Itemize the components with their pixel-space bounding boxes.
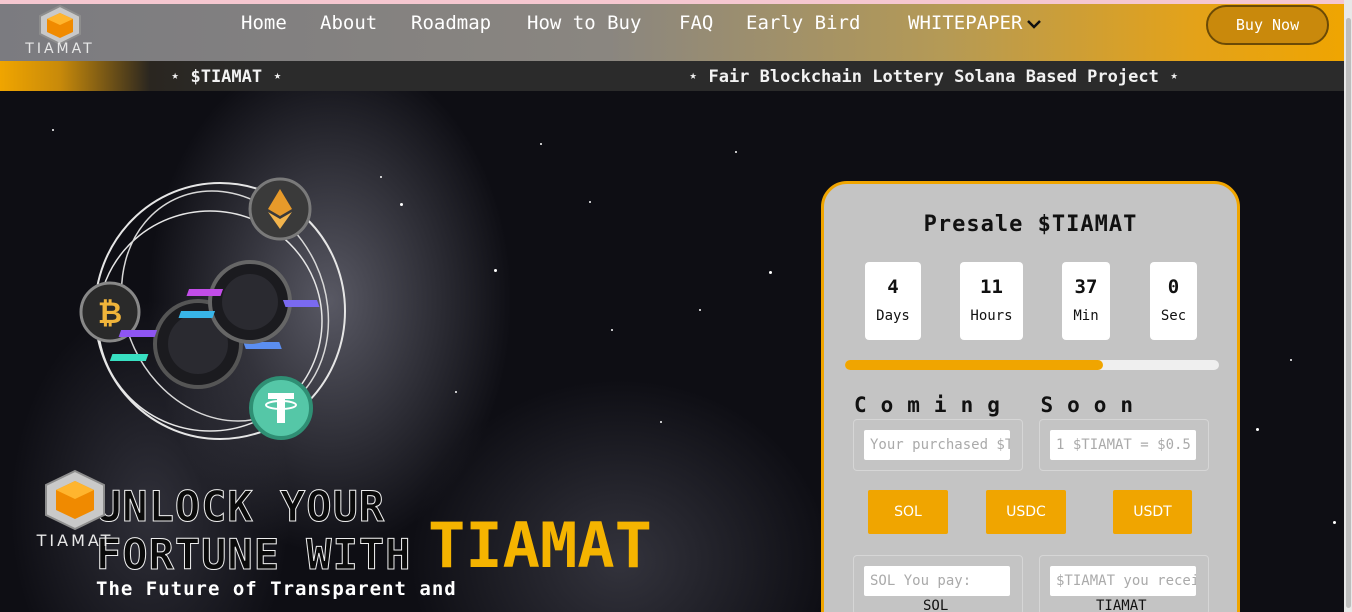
star xyxy=(699,309,701,311)
purchased-amount-field[interactable] xyxy=(864,430,1010,460)
nav-home[interactable]: Home xyxy=(241,12,287,34)
pay-unit-label: SOL xyxy=(923,598,949,612)
receive-amount-field[interactable] xyxy=(1050,566,1196,596)
countdown-days-value: 4 xyxy=(887,276,899,298)
star xyxy=(589,201,591,203)
nav-early-bird[interactable]: Early Bird xyxy=(746,12,860,34)
countdown-hours-label: Hours xyxy=(970,308,1013,324)
star xyxy=(52,129,54,131)
crypto-coins-illustration: ₿ xyxy=(79,177,346,440)
hero-subheadline: The Future of Transparent and xyxy=(96,578,457,600)
receive-unit-label: TIAMAT xyxy=(1096,598,1147,612)
ticker-bar: ⋆ $TIAMAT ⋆ ⋆ Fair Blockchain Lottery So… xyxy=(0,61,1352,91)
countdown-days: 4 Days xyxy=(865,262,921,340)
nav-faq[interactable]: FAQ xyxy=(679,12,713,34)
countdown-sec: 0 Sec xyxy=(1150,262,1197,340)
sol-button[interactable]: SOL xyxy=(868,490,948,534)
ticker-item-token: ⋆ $TIAMAT ⋆ xyxy=(170,67,283,87)
hero-headline-line1: UNLOCK YOUR xyxy=(95,482,386,532)
rate-field-wrap xyxy=(1039,419,1209,471)
usdt-button[interactable]: USDT xyxy=(1113,490,1192,534)
star xyxy=(494,269,497,272)
countdown-hours: 11 Hours xyxy=(960,262,1023,340)
star xyxy=(735,151,737,153)
usdc-button[interactable]: USDC xyxy=(986,490,1066,534)
star xyxy=(540,143,542,145)
presale-status: Coming Soon xyxy=(854,393,1148,417)
countdown-sec-label: Sec xyxy=(1160,308,1187,324)
page-scrollbar-thumb[interactable] xyxy=(1346,18,1351,608)
countdown-sec-value: 0 xyxy=(1167,276,1180,298)
chevron-down-icon xyxy=(1026,13,1042,35)
presale-progress-fill xyxy=(845,360,1104,370)
navbar: TIAMAT Home About Roadmap How to Buy FAQ… xyxy=(0,4,1352,61)
brand-logo-text: TIAMAT xyxy=(25,41,95,57)
star xyxy=(769,271,772,274)
countdown-min-value: 37 xyxy=(1074,276,1098,298)
countdown-min: 37 Min xyxy=(1062,262,1110,340)
countdown-days-label: Days xyxy=(876,308,910,324)
nav-about[interactable]: About xyxy=(320,12,377,34)
hero-section: ₿ UNLOCK YOUR FORTUNE WITH TIAMAT The Fu… xyxy=(0,91,1352,612)
rate-field[interactable] xyxy=(1050,430,1196,460)
nav-whitepaper-dropdown[interactable]: WHITEPAPER xyxy=(908,12,1042,35)
nav-whitepaper-label: WHITEPAPER xyxy=(908,12,1023,34)
countdown-hours-value: 11 xyxy=(980,276,1003,298)
nav-how-to-buy[interactable]: How to Buy xyxy=(527,12,641,34)
nav-roadmap[interactable]: Roadmap xyxy=(411,12,491,34)
hero-brand-logo: TIAMAT xyxy=(30,469,120,553)
presale-progress-bar xyxy=(845,360,1219,370)
tiamat-logo-icon xyxy=(45,469,105,531)
hero-headline-line2: FORTUNE WITH xyxy=(95,530,412,580)
star xyxy=(400,203,403,206)
presale-card: Presale $TIAMAT 4 Days 11 Hours 37 Min 0… xyxy=(821,181,1240,612)
star xyxy=(380,176,382,178)
brand-logo[interactable]: TIAMAT xyxy=(20,4,100,61)
countdown-min-label: Min xyxy=(1073,308,1099,324)
hero-headline-accent: TIAMAT xyxy=(428,509,652,582)
star xyxy=(611,329,613,331)
hero-brand-logo-text: TIAMAT xyxy=(36,531,114,550)
ticker-item-tagline: ⋆ Fair Blockchain Lottery Solana Based P… xyxy=(688,67,1180,87)
ethereum-coin-icon xyxy=(248,177,312,241)
star xyxy=(660,421,662,423)
presale-title: Presale $TIAMAT xyxy=(923,212,1138,237)
star xyxy=(1333,521,1336,524)
star xyxy=(1256,428,1259,431)
svg-text:₿: ₿ xyxy=(98,296,122,331)
purchased-field-wrap xyxy=(853,419,1023,471)
tiamat-logo-icon xyxy=(39,4,81,46)
star xyxy=(1290,359,1292,361)
buy-now-button[interactable]: Buy Now xyxy=(1206,5,1329,45)
tether-coin-icon xyxy=(249,376,313,440)
pay-amount-field[interactable] xyxy=(864,566,1010,596)
star xyxy=(455,391,457,393)
